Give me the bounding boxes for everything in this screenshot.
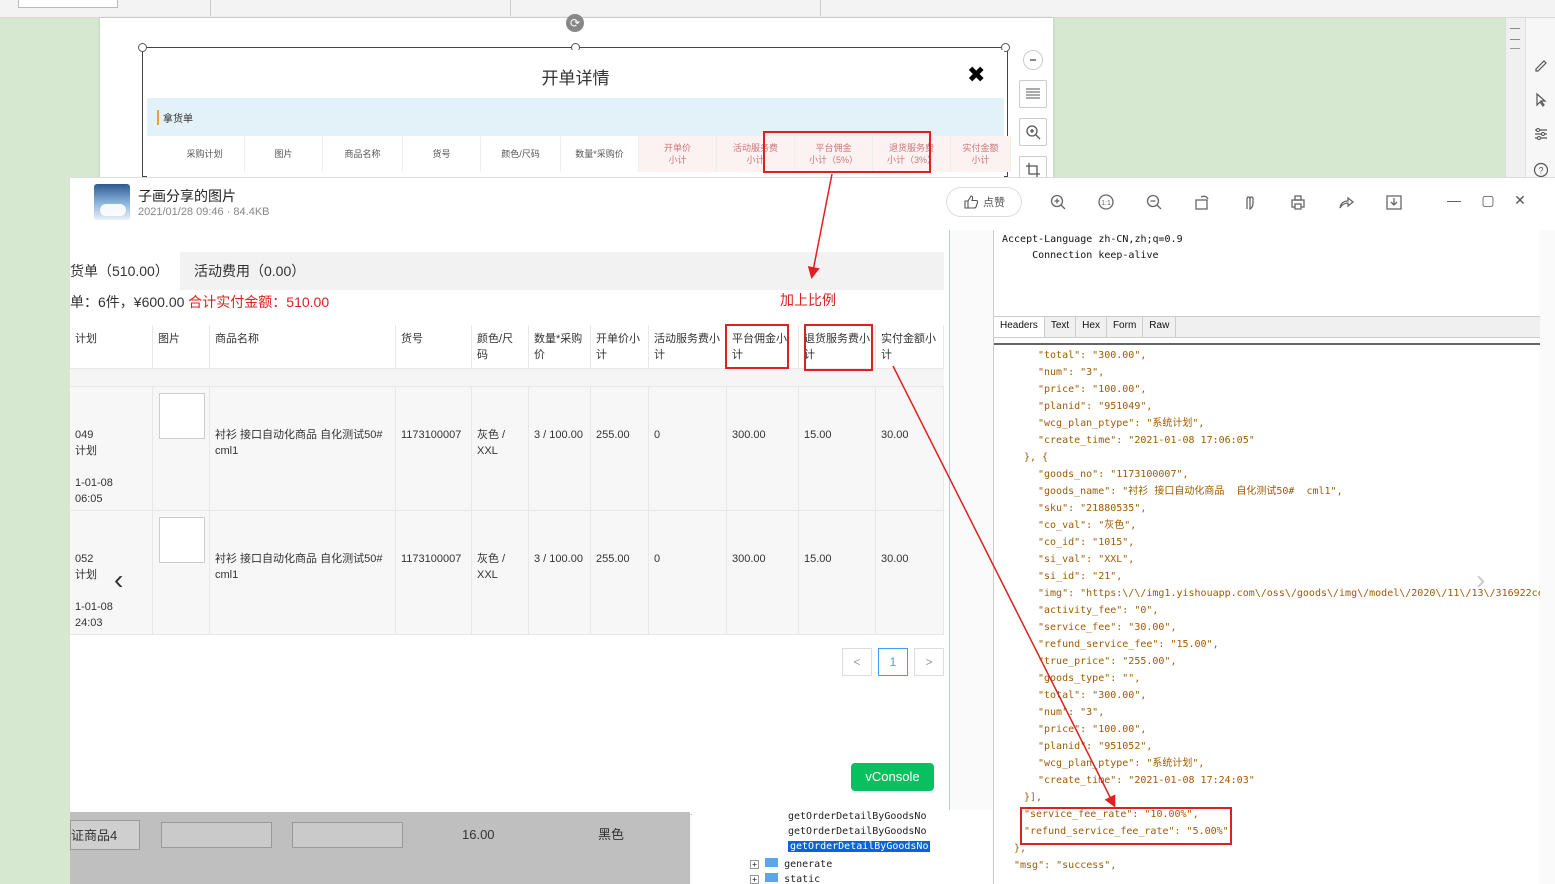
arrow-to-json xyxy=(892,365,1116,808)
arrow-to-label xyxy=(807,173,833,279)
annotation-arrows xyxy=(807,173,1116,808)
